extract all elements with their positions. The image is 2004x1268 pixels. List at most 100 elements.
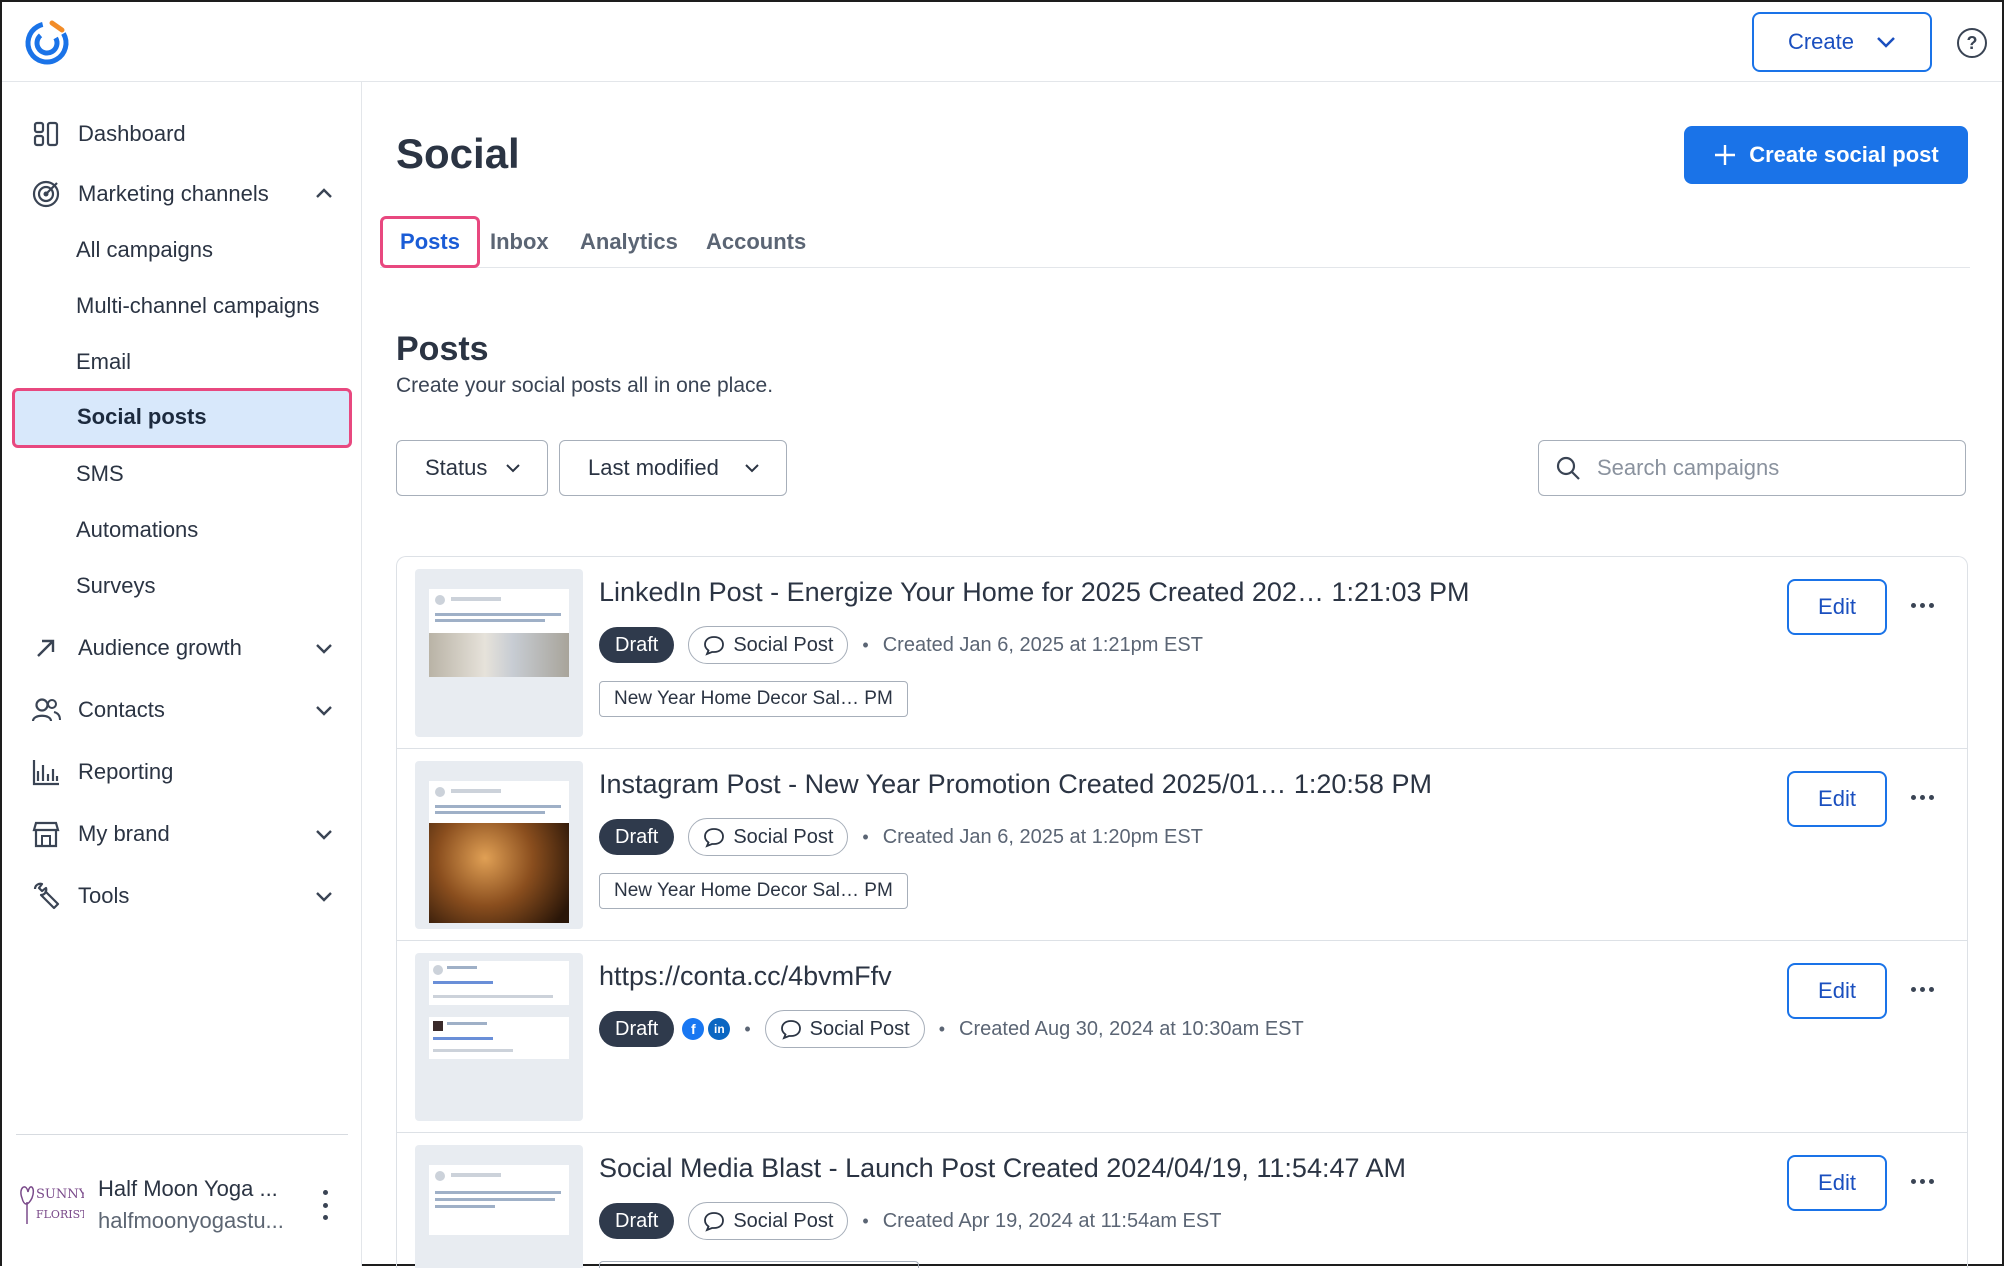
section-title: Posts — [396, 330, 489, 368]
post-type-pill: Social Post — [688, 626, 849, 664]
sidebar-item-my-brand[interactable]: My brand — [30, 812, 340, 856]
edit-button[interactable]: Edit — [1787, 579, 1887, 635]
search-input[interactable] — [1595, 454, 1935, 482]
post-title[interactable]: LinkedIn Post - Energize Your Home for 2… — [599, 577, 1470, 608]
sidebar-item-audience-growth[interactable]: Audience growth — [30, 626, 340, 670]
campaign-tag[interactable] — [599, 1261, 919, 1268]
edit-button[interactable]: Edit — [1787, 1155, 1887, 1211]
chevron-down-icon — [316, 706, 332, 716]
created-date: Created Aug 30, 2024 at 10:30am EST — [959, 1017, 1304, 1040]
plus-icon — [1715, 145, 1736, 165]
post-row[interactable]: LinkedIn Post - Energize Your Home for 2… — [397, 557, 1967, 749]
sidebar-item-dashboard[interactable]: Dashboard — [30, 112, 186, 156]
tab-inbox[interactable]: Inbox — [490, 216, 549, 268]
sidebar-item-label: Contacts — [78, 697, 165, 722]
post-row[interactable]: Instagram Post - New Year Promotion Crea… — [397, 749, 1967, 941]
sidebar-item-label: Reporting — [78, 759, 174, 784]
target-icon — [30, 178, 62, 210]
sidebar-item-automations[interactable]: Automations — [76, 510, 198, 550]
chat-bubble-icon — [704, 636, 725, 656]
campaign-tag[interactable]: New Year Home Decor Sal… PM — [599, 873, 908, 909]
created-date: Created Jan 6, 2025 at 1:20pm EST — [882, 825, 1203, 848]
post-badges: Draft f in • Social Post • Created Aug 3… — [599, 1009, 1304, 1049]
sidebar: Dashboard Marketing channels All campaig… — [2, 82, 362, 1266]
chevron-down-icon — [316, 830, 332, 840]
account-logo: SUNNY'S FLORIST — [20, 1186, 84, 1224]
post-row[interactable]: Social Media Blast - Launch Post Created… — [397, 1133, 1967, 1268]
post-title[interactable]: Social Media Blast - Launch Post Created… — [599, 1153, 1406, 1184]
sidebar-item-label: Tools — [78, 883, 130, 908]
post-badges: Draft Social Post • Created Jan 6, 2025 … — [599, 625, 1203, 665]
status-filter[interactable]: Status — [396, 440, 548, 496]
created-date: Created Jan 6, 2025 at 1:21pm EST — [882, 633, 1203, 656]
sidebar-item-label: My brand — [78, 821, 170, 846]
sidebar-item-tools[interactable]: Tools — [30, 874, 340, 918]
tab-posts[interactable]: Posts — [380, 216, 480, 268]
sidebar-item-social-posts[interactable]: Social posts — [12, 388, 352, 448]
sidebar-divider — [16, 1134, 348, 1135]
search-icon — [1556, 456, 1580, 480]
post-title[interactable]: https://conta.cc/4bvmFfv — [599, 961, 892, 992]
campaign-tag[interactable]: New Year Home Decor Sal… PM — [599, 681, 908, 717]
sidebar-item-marketing-channels[interactable]: Marketing channels — [30, 172, 340, 216]
wrench-icon — [30, 880, 62, 912]
posts-list: LinkedIn Post - Energize Your Home for 2… — [396, 556, 1968, 1268]
post-type-label: Social Post — [733, 633, 834, 656]
post-badges: Draft Social Post • Created Apr 19, 2024… — [599, 1201, 1221, 1241]
edit-button[interactable]: Edit — [1787, 771, 1887, 827]
account-name: Half Moon Yoga ... — [98, 1176, 278, 1201]
sidebar-item-contacts[interactable]: Contacts — [30, 688, 340, 732]
sidebar-item-all-campaigns[interactable]: All campaigns — [76, 230, 213, 270]
sidebar-item-surveys[interactable]: Surveys — [76, 566, 155, 606]
post-title[interactable]: Instagram Post - New Year Promotion Crea… — [599, 769, 1432, 800]
edit-button[interactable]: Edit — [1787, 963, 1887, 1019]
post-thumbnail — [415, 1145, 583, 1268]
help-circle-icon[interactable]: ? — [1957, 28, 1987, 58]
more-options-icon[interactable] — [1907, 1169, 1937, 1193]
store-icon — [30, 818, 62, 850]
chevron-down-icon — [745, 464, 759, 473]
sidebar-item-label: Dashboard — [78, 121, 186, 146]
post-type-pill: Social Post — [688, 818, 849, 856]
chat-bubble-icon — [704, 828, 725, 848]
create-button[interactable]: Create — [1752, 12, 1932, 72]
post-row[interactable]: https://conta.cc/4bvmFfv Draft f in • So… — [397, 941, 1967, 1133]
status-filter-label: Status — [425, 455, 488, 480]
page-title: Social — [396, 130, 520, 177]
create-social-post-button[interactable]: Create social post — [1684, 126, 1968, 184]
post-type-label: Social Post — [733, 825, 834, 848]
created-date: Created Apr 19, 2024 at 11:54am EST — [882, 1209, 1222, 1232]
sidebar-item-email[interactable]: Email — [76, 342, 131, 382]
post-type-pill: Social Post — [764, 1010, 925, 1048]
dashboard-icon — [30, 118, 62, 150]
account-menu-icon[interactable] — [320, 1190, 330, 1220]
account-switcher[interactable]: SUNNY'S FLORIST Half Moon Yoga ... halfm… — [14, 1168, 354, 1248]
post-badges: Draft Social Post • Created Jan 6, 2025 … — [599, 817, 1203, 857]
last-modified-filter[interactable]: Last modified — [559, 440, 787, 496]
post-thumbnail — [415, 569, 583, 737]
sidebar-item-label: Audience growth — [78, 635, 242, 660]
app-logo-icon[interactable] — [22, 18, 72, 68]
contacts-icon — [30, 694, 62, 726]
more-options-icon[interactable] — [1907, 593, 1937, 617]
create-social-post-label: Create social post — [1749, 142, 1939, 167]
sidebar-item-multi-channel-campaigns[interactable]: Multi-channel campaigns — [76, 286, 319, 326]
chevron-down-icon — [316, 644, 332, 654]
more-options-icon[interactable] — [1907, 785, 1937, 809]
status-badge: Draft — [599, 627, 675, 663]
chevron-down-icon — [1877, 37, 1895, 48]
create-button-label: Create — [1787, 29, 1855, 54]
post-type-label: Social Post — [733, 1209, 834, 1232]
linkedin-icon: in — [708, 1018, 731, 1040]
search-box[interactable] — [1538, 440, 1966, 496]
chat-bubble-icon — [780, 1020, 801, 1040]
last-modified-label: Last modified — [588, 455, 719, 480]
sidebar-item-sms[interactable]: SMS — [76, 454, 124, 494]
tab-analytics[interactable]: Analytics — [580, 216, 678, 268]
top-bar: Create ? — [2, 2, 2002, 82]
tab-accounts[interactable]: Accounts — [706, 216, 806, 268]
arrow-up-right-icon — [30, 632, 62, 664]
chevron-up-icon — [316, 188, 332, 198]
more-options-icon[interactable] — [1907, 977, 1937, 1001]
sidebar-item-reporting[interactable]: Reporting — [30, 750, 173, 794]
